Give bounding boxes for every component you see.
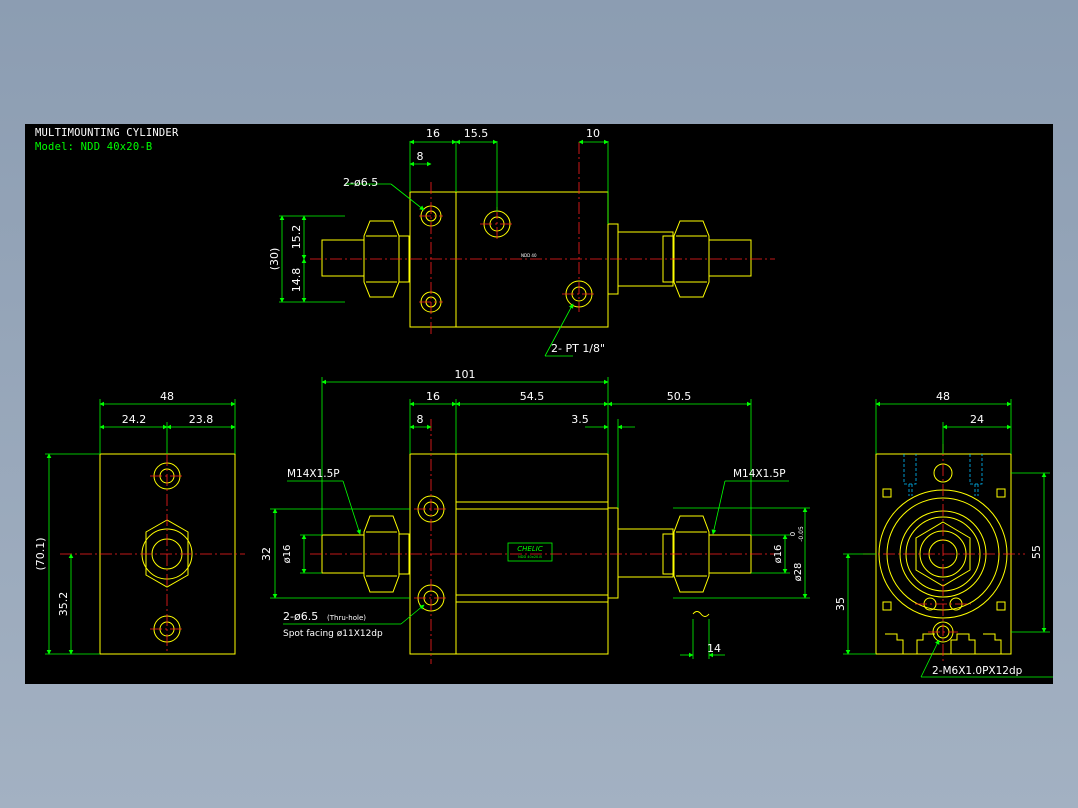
top-dim-8: 8 bbox=[417, 150, 424, 163]
front-hole-note: (Thru-hole) bbox=[327, 614, 366, 622]
front-spot-facing: Spot facing ø11X12dp bbox=[283, 629, 383, 639]
right-dim-24: 24 bbox=[970, 413, 984, 426]
left-dim-23-8: 23.8 bbox=[189, 413, 214, 426]
front-dim-14: 14 bbox=[707, 642, 721, 655]
front-dim-16: 16 bbox=[426, 390, 440, 403]
top-dim-15-5: 15.5 bbox=[464, 127, 489, 140]
top-dim-16: 16 bbox=[426, 127, 440, 140]
front-view: 101 16 54.5 50.5 8 3.5 32 ø16 ø16 ø28 0 … bbox=[260, 368, 810, 664]
brand-label: CHELIC bbox=[517, 545, 543, 553]
brand-sub: NDD 40x20-B bbox=[518, 555, 542, 559]
cad-viewer: MULTIMOUNTING CYLINDER Model: NDD 40x20-… bbox=[0, 0, 1078, 808]
front-hole-callout: 2-ø6.5 bbox=[283, 610, 318, 623]
technical-drawing: 16 15.5 10 8 (30) 15.2 14.8 2-ø6.5 2- PT… bbox=[34, 127, 1053, 678]
front-dim-32: 32 bbox=[260, 547, 273, 561]
right-dim-35: 35 bbox=[834, 597, 847, 611]
front-dim-dia28: ø28 bbox=[793, 563, 804, 582]
top-view: 16 15.5 10 8 (30) 15.2 14.8 2-ø6.5 2- PT… bbox=[268, 127, 775, 357]
front-thread-right: M14X1.5P bbox=[733, 468, 786, 480]
front-dim-8: 8 bbox=[417, 413, 424, 426]
top-dim-10: 10 bbox=[586, 127, 600, 140]
front-dim-3-5: 3.5 bbox=[571, 413, 589, 426]
front-dim-54-5: 54.5 bbox=[520, 390, 545, 403]
right-end-view: 48 24 55 35 2-M6X1.0PX12dp bbox=[834, 390, 1053, 678]
right-thread-callout: 2-M6X1.0PX12dp bbox=[932, 665, 1023, 677]
left-end-view: 48 24.2 23.8 (70.1) 35.2 bbox=[34, 390, 245, 655]
top-dim-14-8: 14.8 bbox=[290, 268, 303, 293]
top-port-callout: 2- PT 1/8" bbox=[551, 342, 605, 355]
right-dim-55: 55 bbox=[1030, 545, 1043, 559]
front-tol-upper: 0 bbox=[789, 532, 797, 536]
front-tol-lower: -0.05 bbox=[798, 526, 805, 542]
top-hole-callout: 2-ø6.5 bbox=[343, 176, 378, 189]
left-dim-24-2: 24.2 bbox=[122, 413, 147, 426]
top-dim-30: (30) bbox=[268, 248, 281, 271]
left-dim-70-1: (70.1) bbox=[34, 537, 47, 570]
top-tiny-mark: NDD 40 bbox=[521, 253, 537, 258]
front-dim-dia16-left: ø16 bbox=[282, 545, 293, 564]
drawing-sheet: MULTIMOUNTING CYLINDER Model: NDD 40x20-… bbox=[25, 124, 1053, 684]
left-dim-48: 48 bbox=[160, 390, 174, 403]
front-dim-50-5: 50.5 bbox=[667, 390, 692, 403]
front-dim-dia16-right: ø16 bbox=[773, 545, 784, 564]
front-thread-left: M14X1.5P bbox=[287, 468, 340, 480]
top-dim-15-2: 15.2 bbox=[290, 225, 303, 250]
right-dim-48: 48 bbox=[936, 390, 950, 403]
front-dim-101: 101 bbox=[455, 368, 476, 381]
left-dim-35-2: 35.2 bbox=[57, 592, 70, 617]
